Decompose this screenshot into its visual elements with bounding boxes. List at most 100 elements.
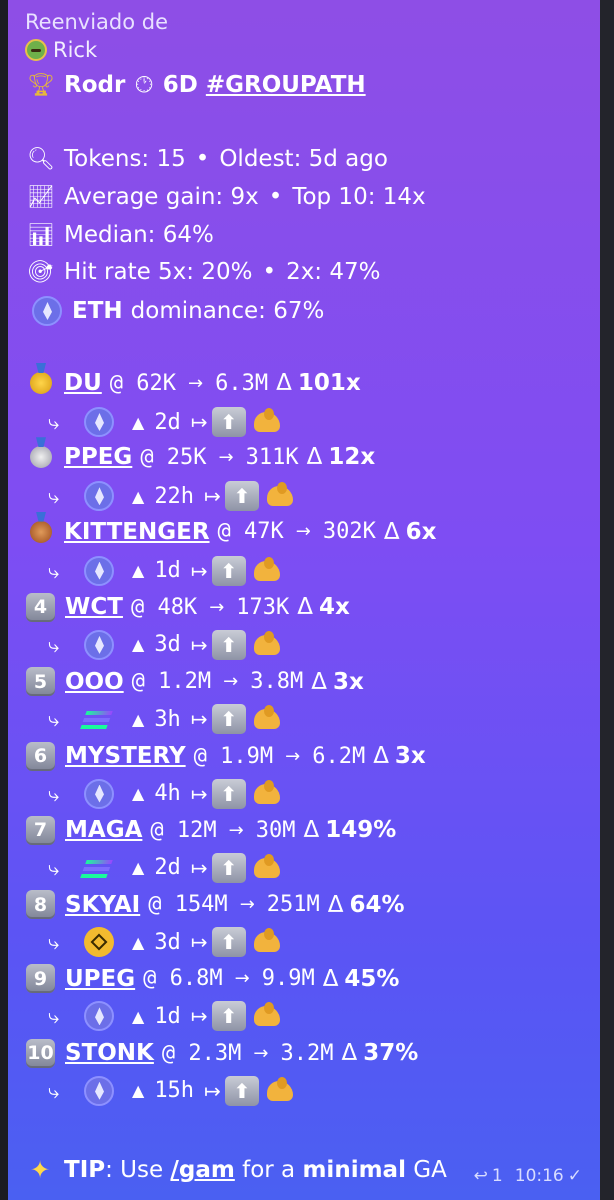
leaderboard-entry: 5 OOO @ 1.2M → 3.8M Δ 3x [26, 667, 364, 697]
hook-arrow-icon: ⤷ [48, 781, 60, 806]
hook-arrow-icon: ⤷ [48, 1004, 60, 1029]
token-link[interactable]: DU [64, 370, 102, 396]
hashtag-link[interactable]: #GROUPATH [206, 72, 366, 98]
flexed-biceps-icon [252, 853, 282, 882]
arrow-icon: → [188, 372, 204, 394]
entry-peak: 6.2M [312, 743, 366, 769]
entry-age: 15h [154, 1078, 195, 1104]
bnb-icon [84, 927, 114, 958]
up-arrow-button-icon: ⬆ [211, 927, 246, 958]
forwarded-from[interactable]: Rick [25, 38, 97, 62]
token-link[interactable]: UPEG [65, 966, 135, 992]
flexed-biceps-icon [265, 1076, 295, 1105]
up-arrow-button-icon: ⬆ [224, 481, 259, 512]
entry-gain: 6x [405, 518, 437, 545]
ethereum-icon [84, 481, 114, 512]
token-link[interactable]: STONK [65, 1040, 154, 1066]
tip-text-1: : Use [105, 1157, 171, 1183]
token-link[interactable]: KITTENGER [64, 519, 210, 545]
chart-up-icon: 📈︎ [27, 184, 55, 210]
entry-age: 1d [154, 1003, 181, 1029]
entry-age: 3h [154, 706, 181, 732]
token-link[interactable]: PPEG [64, 444, 132, 470]
top10-gain: Top 10: 14x [292, 184, 426, 210]
rank-badge: 4 [26, 592, 55, 622]
entry-peak: 30M [255, 817, 296, 843]
arrow-icon: → [209, 596, 225, 618]
leaderboard-entry: 10 STONK @ 2.3M → 3.2M Δ 37% [26, 1038, 419, 1068]
token-link[interactable]: WCT [65, 594, 123, 620]
delta-symbol: Δ [383, 518, 400, 545]
arrow-icon: → [239, 894, 255, 916]
entry-peak: 3.2M [280, 1040, 334, 1066]
leaderboard-entry: DU @ 62K → 6.3M Δ 101x [26, 370, 361, 396]
entry-mcap: @ 154M [148, 892, 228, 918]
ethereum-icon [84, 407, 114, 437]
magnifier-icon: 🔍︎ [27, 146, 55, 172]
up-triangle-icon: ▲ [132, 784, 145, 803]
ethereum-icon [84, 629, 114, 660]
tokens-count: Tokens: 15 [64, 146, 186, 172]
maps-to-icon: ↦ [204, 484, 221, 509]
ethereum-icon [32, 296, 62, 326]
leaderboard-entry: 6 MYSTERY @ 1.9M → 6.2M Δ 3x [26, 741, 426, 771]
entry-gain: 4x [319, 594, 350, 621]
average-gain: Average gain: 9x [64, 184, 259, 210]
sent-check-icon: ✓ [567, 1166, 582, 1186]
delta-symbol: Δ [311, 668, 327, 695]
flexed-biceps-icon [252, 556, 282, 585]
target-icon: 🎯︎ [27, 259, 55, 285]
up-arrow-button-icon: ⬆ [211, 555, 246, 586]
maps-to-icon: ↦ [190, 410, 208, 434]
leaderboard-entry: 8 SKYAI @ 154M → 251M Δ 64% [26, 890, 405, 920]
gam-command-link[interactable]: /gam [170, 1157, 234, 1183]
entry-details: ⤷ ▲ 2d ↦ ⬆ [48, 407, 282, 437]
flexed-biceps-icon [265, 482, 295, 510]
entry-peak: 251M [266, 892, 320, 918]
token-link[interactable]: SKYAI [65, 892, 140, 918]
entry-gain: 12x [328, 444, 376, 471]
sender-name[interactable]: Rick [53, 38, 97, 62]
hit-rate-2x: 2x: 47% [286, 259, 381, 285]
delta-symbol: Δ [303, 817, 320, 844]
solana-icon [84, 704, 114, 734]
silver-medal-icon [30, 446, 52, 469]
reply-count[interactable]: 1 [492, 1166, 503, 1186]
entry-age: 4h [154, 781, 181, 806]
reply-icon[interactable]: ↩ [474, 1166, 488, 1186]
stats-dominance-line: ETH dominance: 67% [26, 296, 324, 326]
ethereum-icon [84, 555, 114, 586]
entry-peak: 173K [236, 594, 290, 620]
entry-gain: 37% [363, 1040, 419, 1067]
entry-gain: 45% [344, 965, 400, 992]
title-period: 6D [162, 72, 198, 98]
scroll-edge [600, 0, 614, 1200]
entry-mcap: @ 1.9M [193, 743, 274, 769]
entry-mcap: @ 47K [217, 519, 284, 545]
arrow-icon: → [228, 819, 244, 841]
entry-age: 2d [154, 855, 181, 881]
arrow-icon: → [234, 968, 250, 990]
delta-symbol: Δ [297, 594, 313, 621]
gold-medal-icon [30, 372, 52, 394]
token-link[interactable]: OOO [65, 669, 124, 695]
arrow-icon: → [253, 1042, 269, 1064]
up-triangle-icon: ▲ [132, 932, 145, 952]
entry-peak: 9.9M [261, 966, 315, 992]
entry-mcap: @ 25K [140, 444, 207, 470]
entry-mcap: @ 62K [109, 370, 177, 396]
maps-to-icon: ↦ [204, 1078, 221, 1103]
token-link[interactable]: MYSTERY [65, 743, 186, 769]
hook-arrow-icon: ⤷ [48, 930, 60, 955]
up-triangle-icon: ▲ [132, 858, 145, 878]
solana-icon [84, 853, 114, 883]
maps-to-icon: ↦ [190, 781, 208, 806]
forwarded-label: Reenviado de [25, 10, 169, 34]
forwarded-message-bubble[interactable]: Reenviado de Rick 🏆︎ Rodr 🕐︎ 6D #GROUPAT… [8, 0, 600, 1200]
entry-gain: 101x [297, 370, 361, 396]
rank-badge: 9 [26, 964, 55, 994]
flexed-biceps-icon [252, 630, 282, 659]
stats-hitrate-line: 🎯︎ Hit rate 5x: 20% • 2x: 47% [26, 259, 381, 285]
token-link[interactable]: MAGA [65, 817, 142, 843]
oldest-age: Oldest: 5d ago [219, 146, 388, 172]
